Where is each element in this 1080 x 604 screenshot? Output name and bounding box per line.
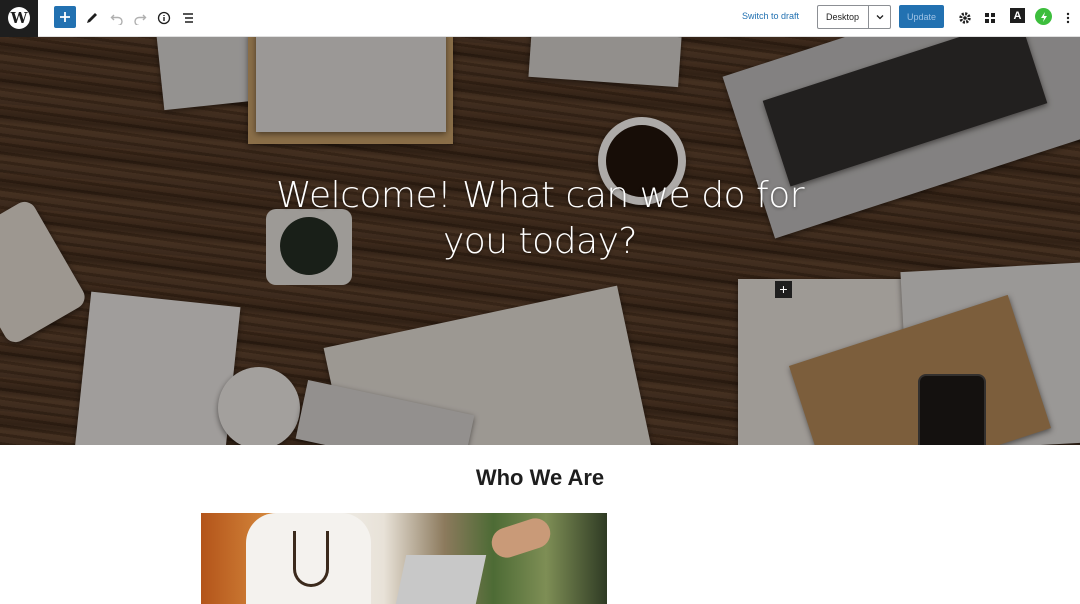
cover-heading[interactable]: Welcome! What can we do for you today?	[240, 173, 840, 265]
astra-settings-button[interactable]: A	[1010, 8, 1025, 23]
list-view-icon	[183, 13, 193, 23]
update-button[interactable]: Update	[899, 5, 944, 28]
necklace	[293, 531, 329, 587]
kebab-menu-icon	[1066, 12, 1070, 24]
add-block-button[interactable]	[54, 6, 76, 28]
performance-button[interactable]	[1035, 8, 1052, 25]
plus-icon	[60, 12, 70, 22]
astra-icon: A	[1013, 9, 1022, 22]
hand	[487, 514, 555, 562]
device-preview-label: Desktop	[826, 12, 860, 22]
redo-button[interactable]	[130, 8, 150, 28]
wordpress-logo-button[interactable]: W	[0, 0, 38, 37]
performance-icon	[1040, 11, 1047, 22]
gear-icon	[959, 12, 971, 24]
tools-button[interactable]	[82, 8, 102, 28]
block-patterns-button[interactable]	[980, 8, 1000, 28]
redo-icon	[134, 14, 147, 25]
editor-toolbar: W Switch to draft Desktop Update A	[0, 0, 1080, 37]
laptop-in-photo	[395, 555, 487, 604]
wordpress-icon: W	[8, 7, 30, 29]
blocks-icon	[985, 13, 995, 23]
undo-icon	[110, 14, 123, 25]
team-image[interactable]	[201, 513, 607, 604]
switch-to-draft-button[interactable]: Switch to draft	[742, 11, 799, 21]
settings-button[interactable]	[955, 8, 975, 28]
list-view-button[interactable]	[178, 8, 198, 28]
cover-block[interactable]: Welcome! What can we do for you today? +	[0, 37, 1080, 445]
who-we-are-heading[interactable]: Who We Are	[340, 465, 740, 491]
undo-button[interactable]	[107, 8, 127, 28]
block-inserter-button[interactable]: +	[775, 281, 792, 298]
chevron-down-icon[interactable]	[869, 12, 890, 22]
pencil-icon	[87, 13, 97, 23]
options-button[interactable]	[1058, 8, 1078, 28]
details-button[interactable]	[154, 8, 174, 28]
info-icon	[157, 11, 171, 25]
device-preview-select[interactable]: Desktop	[817, 5, 891, 29]
